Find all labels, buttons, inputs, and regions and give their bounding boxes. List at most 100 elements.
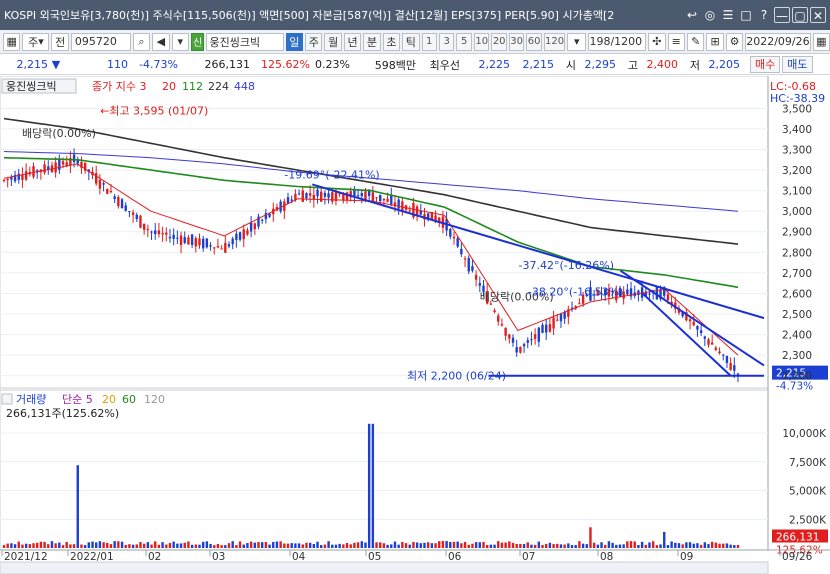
volume-tick-label: 7,500K [789,457,827,469]
volume-bar [39,541,43,548]
volume-bar [596,544,600,548]
sell-button[interactable]: 매도 [782,56,813,73]
link-icon[interactable]: ↩ [684,7,700,23]
volume-bar [408,544,411,548]
volume-bar [611,542,614,548]
candle-body [522,344,526,347]
volume-bar [607,541,611,548]
volume-bar [235,545,238,548]
volume-bar [497,541,500,548]
candle-body [626,289,629,295]
candle-body [692,321,695,326]
sound-icon[interactable]: ◀ [152,32,170,51]
candle-body [213,247,216,249]
volume-bar [120,541,124,548]
crosshair-icon[interactable]: ✣ [648,32,666,51]
x-tick-label: 03 [212,551,225,563]
volume-bar [54,543,57,548]
interval-5-button[interactable]: 5 [456,32,472,51]
volume-bar [637,545,640,548]
target-icon[interactable]: ◎ [702,7,718,23]
prev-button[interactable]: 전 [51,32,69,51]
minimize-icon[interactable]: — [774,7,790,23]
window-title: KOSPI 외국인보유[3,780(천)] 주식수[115,506(천)] 액면… [4,9,615,22]
stock-chart[interactable]: 웅진씽크빅 종가 지수 3 20 112 224 448 LC:-0.68 HC… [0,75,830,574]
period-tick-tab[interactable]: 틱 [402,32,420,51]
interval-120-button[interactable]: 120 [543,32,566,51]
volume-bar [327,541,330,548]
period-second-tab[interactable]: 초 [382,32,401,51]
data-count-field[interactable]: 198/1200 [588,32,647,51]
candle-body [648,293,651,295]
close-icon[interactable]: ✕ [810,7,826,23]
legend-close: 종가 지수 3 [92,80,146,93]
candle-body [367,190,371,196]
interval-dropdown[interactable]: ▾ [567,32,587,51]
candle-body [235,233,238,240]
menu-icon[interactable]: ☰ [720,7,736,23]
interval-30-button[interactable]: 30 [508,32,525,51]
calendar-icon[interactable]: ▦ [812,32,830,51]
x-tick-label: 02 [148,551,161,563]
window-icon[interactable]: □ [738,7,754,23]
interval-1-button[interactable]: 1 [421,32,437,51]
interval-10-button[interactable]: 10 [473,32,490,51]
volume-bar [106,542,109,548]
candle-body [154,230,157,235]
volume-bar [415,542,419,548]
volume-bar [213,545,216,548]
candle-body [238,232,242,240]
volume-bar [65,542,68,548]
date-field[interactable]: 2022/09/26 [745,32,811,51]
period-minute-tab[interactable]: 분 [363,32,381,51]
grid-icon[interactable]: ⊞ [706,32,724,51]
gear-icon[interactable]: ⚙ [725,32,744,51]
candle-body [515,347,518,353]
candle-body [120,199,124,209]
volume-bar [231,541,234,548]
candle-body [98,179,102,189]
candle-body [729,363,732,370]
candle-body [327,193,330,198]
candle-body [375,197,378,199]
search-icon[interactable]: ⌕ [132,32,151,51]
volume-bar [290,543,293,548]
candle-body [408,210,411,212]
period-week-tab[interactable]: 주 [305,32,323,51]
dropdown-icon[interactable]: ▾ [171,32,189,51]
interval-3-button[interactable]: 3 [438,32,455,51]
settings-list-icon[interactable]: ≡ [667,32,685,51]
draw-tool-icon[interactable]: ✎ [686,32,705,51]
candle-body [714,347,718,350]
candle-body [316,189,319,197]
candle-body [253,223,257,230]
menu-grid-icon[interactable]: ▦ [3,32,21,51]
open-label: 시 [565,58,576,72]
volume-bar [32,543,35,548]
period-year-tab[interactable]: 년 [343,32,362,51]
new-stock-badge: 신 [190,32,205,51]
interval-60-button[interactable]: 60 [526,32,542,51]
volume-tick-label: 2,500K [789,514,827,526]
candle-body [386,198,389,202]
trend-angle-label: -38.20°(-16.53%) [528,286,623,299]
period-day-tab[interactable]: 일 [285,32,304,51]
candle-body [21,175,24,180]
price-tick-label: 3,400 [782,124,812,136]
x-tick-label: 08 [600,551,613,563]
stock-code-input[interactable]: 095720 [70,32,131,51]
maximize-icon[interactable]: ▢ [792,7,808,23]
price-tick-label: 2,800 [782,247,812,259]
volume-bar [548,542,552,548]
toolbar: ▦ 주 ▾ 전 095720 ⌕ ◀ ▾ 신 웅진씽크빅 일 주 월 년 분 초 … [0,30,830,54]
chart-area[interactable]: 웅진씽크빅 종가 지수 3 20 112 224 448 LC:-0.68 HC… [0,75,830,574]
candle-body [301,190,304,202]
volume-bar [677,543,681,548]
chart-scrollbar[interactable] [0,561,769,574]
market-select[interactable]: 주 ▾ [22,32,50,51]
period-month-tab[interactable]: 월 [324,32,342,51]
interval-20-button[interactable]: 20 [491,32,507,51]
volume-bar [179,543,183,548]
help-icon[interactable]: ? [756,7,772,23]
buy-button[interactable]: 매수 [750,56,781,73]
